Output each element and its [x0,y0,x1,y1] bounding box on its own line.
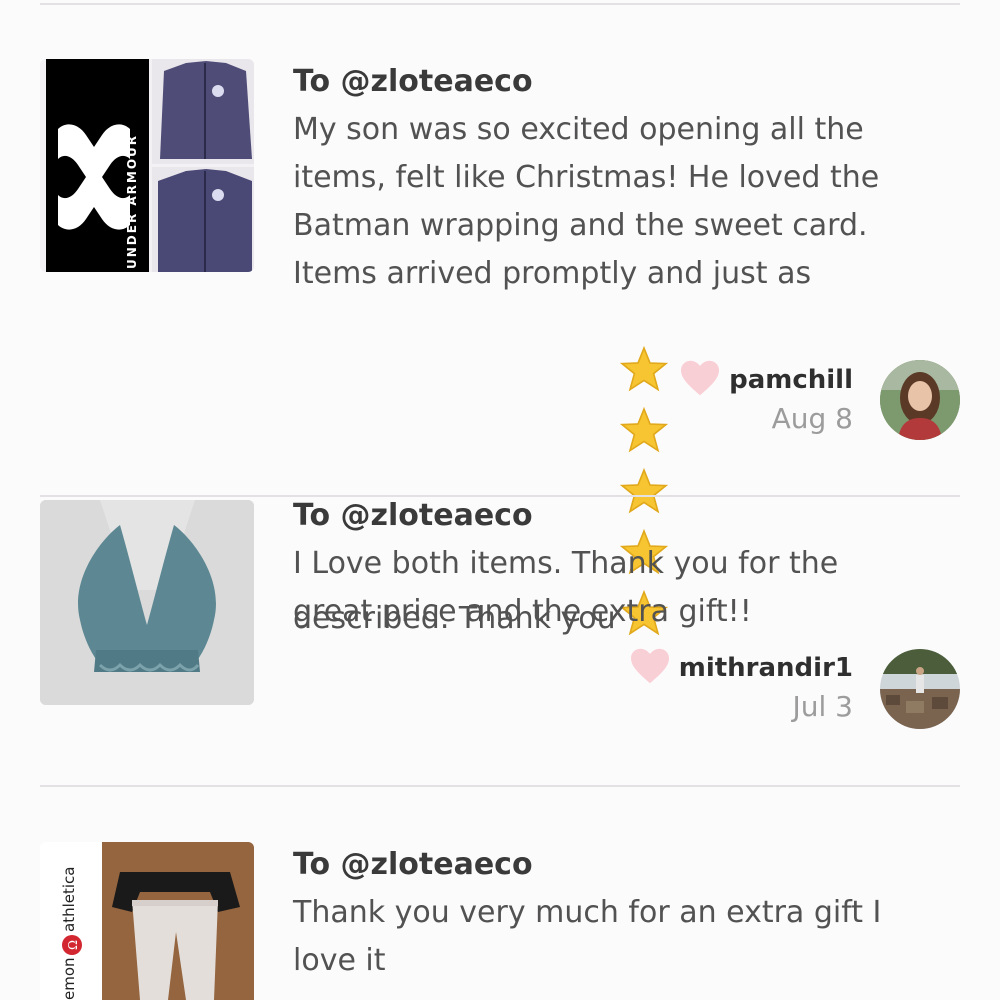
star-icon [619,406,668,453]
brand-text: athletica [60,867,78,932]
review-recipient[interactable]: To @zloteaeco [293,58,933,106]
review-date: Aug 8 [771,402,853,435]
heart-icon[interactable] [629,647,671,689]
lululemon-logo-icon: Ω [62,935,82,955]
review-author: mithrandir1 Jul 3 [629,648,853,723]
heart-icon[interactable] [679,359,721,401]
svg-text:Ω: Ω [66,940,80,950]
review-card: To @zloteaeco I Love both items. Thank y… [293,492,933,636]
review-recipient[interactable]: To @zloteaeco [293,492,933,540]
review-author: pamchill Aug 8 [679,360,853,435]
author-username[interactable]: mithrandir1 [679,653,853,683]
review-text: I Love both items. Thank you for the gre… [293,546,839,629]
review-text: Thank you very much for an extra gift I … [293,895,882,978]
listing-thumbnail[interactable] [40,500,254,705]
lace-bralette-image [40,500,254,705]
avatar[interactable] [880,649,960,729]
under-armour-jacket-image: UNDER ARMOUR [46,59,254,272]
brand-text: UNDER ARMOUR [125,134,139,269]
listing-thumbnail[interactable]: Ω athletica emon [40,842,254,1000]
review-recipient[interactable]: To @zloteaeco [293,841,933,889]
divider [40,785,960,787]
review-date: Jul 3 [792,690,854,723]
divider [40,3,960,5]
listing-thumbnail[interactable]: UNDER ARMOUR [40,59,254,272]
reviews-page: UNDER ARMOUR To @zloteaeco My son was so… [0,0,1000,1000]
avatar[interactable] [880,360,960,440]
lululemon-pants-image: Ω athletica emon [40,842,254,1000]
brand-text: emon [60,957,78,1000]
star-icon [619,345,668,392]
author-username[interactable]: pamchill [729,365,853,395]
review-card: To @zloteaeco Thank you very much for an… [293,841,933,985]
